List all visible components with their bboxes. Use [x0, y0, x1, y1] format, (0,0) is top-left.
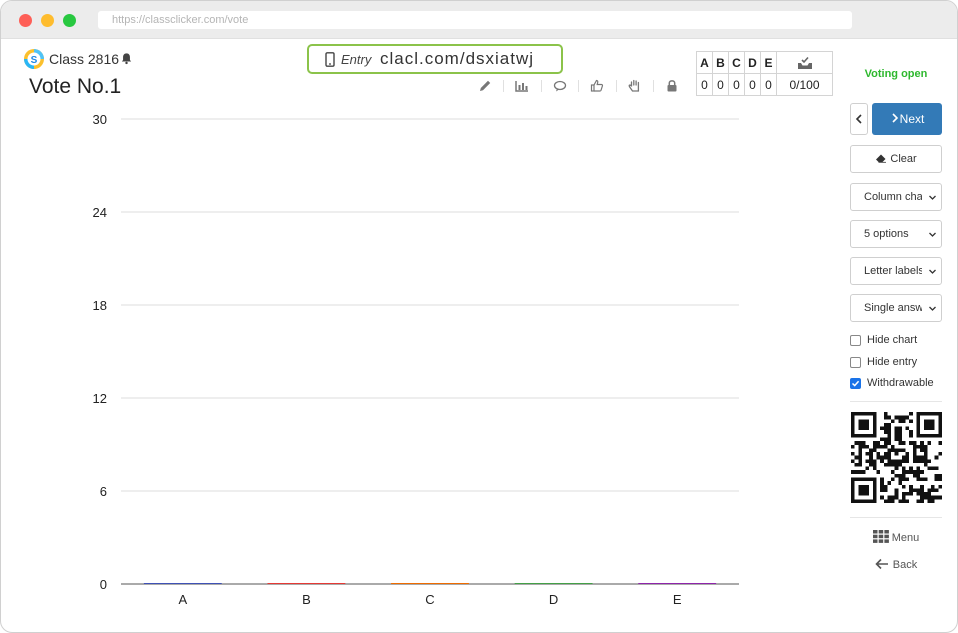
- checkmark-icon: [851, 380, 860, 387]
- count-header-c: C: [728, 51, 745, 74]
- y-tick-label: 30: [93, 112, 107, 127]
- close-window-button[interactable]: [19, 14, 32, 27]
- hide-entry-label[interactable]: Hide entry: [867, 355, 917, 369]
- previous-button[interactable]: [850, 103, 868, 135]
- y-tick-label: 18: [93, 298, 107, 313]
- options-count-value: 5 options: [864, 228, 909, 240]
- count-header-d: D: [744, 51, 761, 74]
- sidebar-divider: [850, 517, 942, 518]
- toolbar-divider: [541, 80, 542, 92]
- thumbs-up-icon[interactable]: [588, 77, 606, 95]
- toolbar-divider: [616, 80, 617, 92]
- x-tick-label: A: [178, 592, 187, 607]
- counts-value-row: 0 0 0 0 0 0/100: [696, 73, 833, 96]
- toolbar-divider: [578, 80, 579, 92]
- back-label: Back: [892, 559, 918, 571]
- bell-icon[interactable]: [120, 52, 133, 65]
- svg-text:S: S: [31, 55, 38, 66]
- withdrawable-label[interactable]: Withdrawable: [867, 376, 934, 390]
- title-bar: https://classclicker.com/vote: [1, 1, 957, 39]
- browser-window: https://classclicker.com/vote S Class 28…: [0, 0, 958, 633]
- lock-icon[interactable]: [663, 77, 681, 95]
- maximize-window-button[interactable]: [63, 14, 76, 27]
- chart-type-value: Column chart: [864, 191, 922, 203]
- bar-b: [267, 583, 346, 584]
- entry-box[interactable]: Entry clacl.com/dsxiatwj: [307, 44, 563, 74]
- count-value-c: 0: [728, 73, 745, 96]
- submissions-total: 0/100: [776, 73, 833, 96]
- clear-button-label: Clear: [890, 153, 917, 165]
- bar-a: [143, 583, 222, 584]
- toolbar-divider: [503, 80, 504, 92]
- submissions-header: [776, 51, 833, 74]
- entry-url: clacl.com/dsxiatwj: [380, 49, 535, 68]
- options-count-select[interactable]: 5 options: [850, 220, 942, 248]
- arrow-left-icon: [875, 558, 888, 570]
- count-value-e: 0: [760, 73, 777, 96]
- vote-results-chart: 30 24 18 12 6 0 A B C D E: [93, 112, 739, 607]
- clear-button[interactable]: Clear: [850, 145, 942, 173]
- hide-entry-checkbox[interactable]: [850, 357, 861, 368]
- count-header-e: E: [760, 51, 777, 74]
- count-header-a: A: [696, 51, 713, 74]
- vote-title: Vote No.1: [29, 75, 122, 98]
- answer-type-select[interactable]: Single answer: [850, 294, 942, 322]
- voting-status: Voting open: [864, 68, 928, 80]
- count-value-a: 0: [696, 73, 713, 96]
- menu-button[interactable]: Menu: [850, 530, 942, 544]
- x-tick-label: E: [673, 592, 682, 607]
- class-name[interactable]: Class 2816: [49, 51, 119, 67]
- minimize-window-button[interactable]: [41, 14, 54, 27]
- chevron-left-icon: [855, 114, 862, 124]
- x-tick-label: B: [302, 592, 311, 607]
- y-tick-label: 0: [100, 577, 107, 592]
- count-header-b: B: [712, 51, 729, 74]
- eraser-icon: [876, 154, 887, 163]
- chart-type-select[interactable]: Column chart: [850, 183, 942, 211]
- chevron-right-icon: [892, 113, 898, 123]
- counts-header-row: A B C D E: [696, 51, 833, 74]
- classclicker-logo-icon: S: [24, 49, 44, 69]
- count-value-b: 0: [712, 73, 729, 96]
- qr-code[interactable]: [851, 412, 942, 503]
- address-bar[interactable]: https://classclicker.com/vote: [98, 11, 852, 29]
- chevron-down-icon: [929, 232, 936, 237]
- chevron-down-icon: [929, 269, 936, 274]
- bar-e: [638, 583, 717, 584]
- y-tick-label: 24: [93, 205, 107, 220]
- comment-icon[interactable]: [551, 77, 569, 95]
- hide-chart-label[interactable]: Hide chart: [867, 333, 917, 347]
- chevron-down-icon: [929, 306, 936, 311]
- next-button[interactable]: Next: [872, 103, 942, 135]
- bar-c: [391, 583, 469, 584]
- answer-type-value: Single answer: [864, 302, 922, 314]
- x-tick-label: C: [425, 592, 434, 607]
- label-type-select[interactable]: Letter labels: [850, 257, 942, 285]
- back-button[interactable]: Back: [850, 558, 942, 571]
- hide-chart-checkbox[interactable]: [850, 335, 861, 346]
- pencil-icon[interactable]: [476, 77, 494, 95]
- chevron-down-icon: [929, 195, 936, 200]
- phone-icon: [325, 52, 335, 67]
- toolbar-divider: [653, 80, 654, 92]
- next-button-label: Next: [899, 112, 925, 126]
- vote-counts-table: A B C D E 0 0 0 0 0 0/100: [696, 51, 833, 96]
- withdrawable-checkbox[interactable]: [850, 378, 861, 389]
- inbox-tray-icon: [797, 56, 812, 69]
- bar-d: [514, 583, 593, 584]
- grid-menu-icon: [872, 530, 889, 543]
- hand-icon[interactable]: [626, 77, 644, 95]
- x-tick-label: D: [549, 592, 558, 607]
- label-type-value: Letter labels: [864, 265, 922, 277]
- y-tick-label: 12: [93, 391, 107, 406]
- y-tick-label: 6: [100, 484, 107, 499]
- count-value-d: 0: [744, 73, 761, 96]
- sidebar-divider: [850, 401, 942, 402]
- entry-label: Entry: [341, 52, 372, 67]
- chart-icon[interactable]: [513, 77, 531, 95]
- menu-label: Menu: [891, 532, 920, 544]
